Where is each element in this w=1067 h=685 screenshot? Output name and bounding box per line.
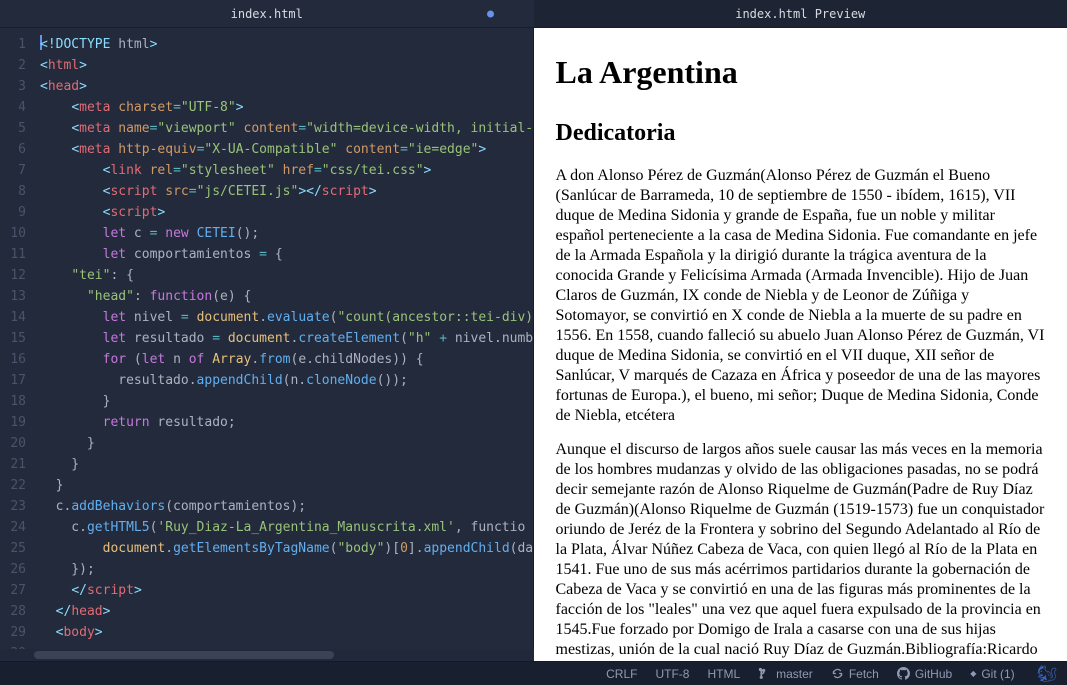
line-number: 16 [0,349,26,370]
code-editor[interactable]: 1234567891011121314151617181920212223242… [0,28,534,661]
line-number: 7 [0,160,26,181]
code-line[interactable]: <html> [40,55,533,76]
squirrel-icon[interactable]: 🐿 [1037,664,1057,684]
html-preview[interactable]: La Argentina Dedicatoria A don Alonso Pé… [534,28,1067,661]
status-language[interactable]: HTML [707,667,740,681]
editor-horizontal-scrollbar[interactable] [0,649,534,661]
sync-icon [831,667,844,680]
code-line[interactable]: <script src="js/CETEI.js"></script> [40,181,533,202]
preview-heading-2: Dedicatoria [556,118,1046,148]
code-line[interactable]: document.getElementsByTagName("body")[0]… [40,538,533,559]
code-line[interactable]: "tei": { [40,265,533,286]
line-number: 22 [0,475,26,496]
line-number: 24 [0,517,26,538]
code-line[interactable]: </head> [40,601,533,622]
git-branch-icon [758,667,771,680]
scrollbar-thumb[interactable] [34,651,334,659]
status-github[interactable]: GitHub [897,667,952,681]
code-line[interactable]: return resultado; [40,412,533,433]
line-number: 8 [0,181,26,202]
line-number: 11 [0,244,26,265]
line-number: 15 [0,328,26,349]
status-fetch[interactable]: Fetch [831,667,879,681]
line-number: 18 [0,391,26,412]
code-line[interactable]: <meta charset="UTF-8"> [40,97,533,118]
line-number: 27 [0,580,26,601]
line-number: 3 [0,76,26,97]
line-number: 4 [0,97,26,118]
preview-paragraph: A don Alonso Pérez de Guzmán(Alonso Pére… [556,166,1046,426]
code-line[interactable]: } [40,391,533,412]
line-number: 26 [0,559,26,580]
code-line[interactable]: <link rel="stylesheet" href="css/tei.css… [40,160,533,181]
line-number: 29 [0,622,26,643]
code-line[interactable]: "head": function(e) { [40,286,533,307]
code-line[interactable]: } [40,475,533,496]
line-number: 5 [0,118,26,139]
line-number: 23 [0,496,26,517]
code-line[interactable]: for (let n of Array.from(e.childNodes)) … [40,349,533,370]
line-number: 10 [0,223,26,244]
status-encoding[interactable]: UTF-8 [655,667,689,681]
line-number: 25 [0,538,26,559]
line-number: 20 [0,433,26,454]
github-icon [897,667,910,680]
line-number: 6 [0,139,26,160]
code-line[interactable]: let c = new CETEI(); [40,223,533,244]
line-number: 1 [0,34,26,55]
line-number: 13 [0,286,26,307]
line-number: 21 [0,454,26,475]
code-line[interactable]: <meta http-equiv="X-UA-Compatible" conte… [40,139,533,160]
code-line[interactable]: <meta name="viewport" content="width=dev… [40,118,533,139]
code-line[interactable]: <script> [40,202,533,223]
line-number: 12 [0,265,26,286]
line-number: 2 [0,55,26,76]
tab-index-html[interactable]: index.html [0,0,534,27]
code-line[interactable]: } [40,454,533,475]
tab-label: index.html Preview [735,7,865,21]
code-line[interactable]: c.getHTML5('Ruy_Diaz-La_Argentina_Manusc… [40,517,533,538]
line-number: 19 [0,412,26,433]
line-number-gutter: 1234567891011121314151617181920212223242… [0,28,34,661]
code-line[interactable]: <!DOCTYPE html> [40,34,533,55]
status-line-ending[interactable]: CRLF [606,667,637,681]
code-line[interactable]: } [40,433,533,454]
line-number: 28 [0,601,26,622]
code-line[interactable]: let resultado = document.createElement("… [40,328,533,349]
code-area[interactable]: <!DOCTYPE html><html><head> <meta charse… [34,28,533,661]
preview-paragraph: Aunque el discurso de largos años suele … [556,440,1046,661]
modified-indicator-icon [487,10,494,17]
tab-index-html-preview[interactable]: index.html Preview [534,0,1067,27]
code-line[interactable]: <head> [40,76,533,97]
code-line[interactable]: let comportamientos = { [40,244,533,265]
tab-bar: index.html index.html Preview [0,0,1067,28]
preview-heading-1: La Argentina [556,52,1046,92]
status-branch[interactable]: master [758,667,813,681]
line-number: 17 [0,370,26,391]
code-line[interactable]: }); [40,559,533,580]
code-line[interactable]: <body> [40,622,533,643]
line-number: 9 [0,202,26,223]
tab-label: index.html [231,7,303,21]
status-bar: CRLF UTF-8 HTML master Fetch GitHub ◆ Gi… [0,661,1067,685]
code-line[interactable]: </script> [40,580,533,601]
status-git[interactable]: ◆ Git (1) [970,667,1015,681]
code-line[interactable]: resultado.appendChild(n.cloneNode()); [40,370,533,391]
line-number: 14 [0,307,26,328]
code-line[interactable]: let nivel = document.evaluate("count(anc… [40,307,533,328]
code-line[interactable]: c.addBehaviors(comportamientos); [40,496,533,517]
git-diff-icon: ◆ [970,669,976,678]
